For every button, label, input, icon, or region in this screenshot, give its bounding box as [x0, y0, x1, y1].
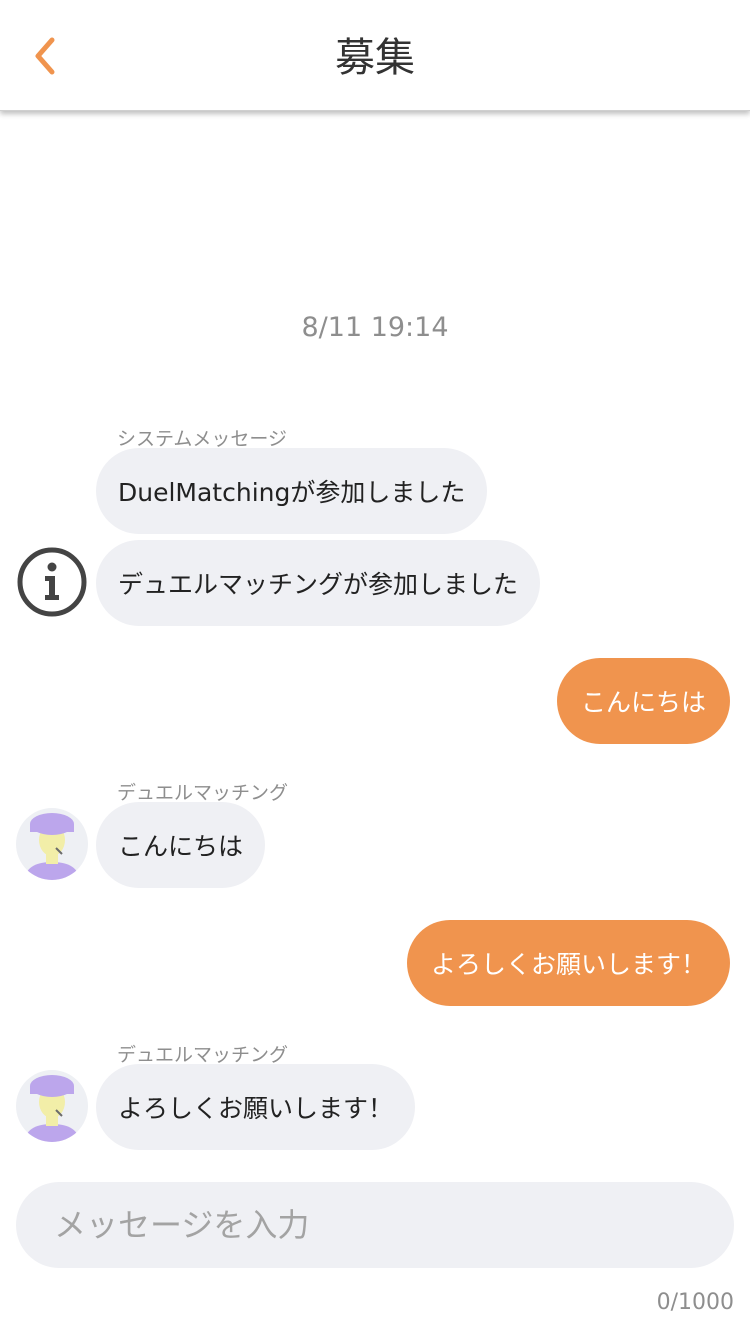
message-bubble-incoming[interactable]: DuelMatchingが参加しました [96, 448, 488, 534]
user-avatar-icon [16, 1070, 88, 1142]
message-bubble-incoming[interactable]: よろしくお願いします！ [96, 1064, 416, 1150]
user-avatar-icon [16, 808, 88, 880]
message-bubble-outgoing[interactable]: こんにちは [556, 658, 730, 744]
sender-name: システムメッセージ [117, 428, 288, 450]
user-avatar[interactable] [16, 1070, 88, 1142]
chat-timestamp: 8/11 19:14 [301, 312, 449, 343]
message-bubble-incoming[interactable]: こんにちは [96, 802, 266, 888]
character-counter: 0/1000 [656, 1290, 734, 1315]
info-icon [17, 547, 87, 617]
page-title: 募集 [335, 35, 415, 81]
user-avatar[interactable] [16, 808, 88, 880]
sender-name: デュエルマッチング [117, 1044, 289, 1066]
sender-name: デュエルマッチング [117, 782, 289, 804]
message-bubble-incoming[interactable]: デュエルマッチングが参加しました [96, 540, 541, 626]
header-bar: 募集 [0, 0, 750, 111]
message-bubble-outgoing[interactable]: よろしくお願いします！ [406, 920, 730, 1006]
message-input[interactable] [16, 1182, 734, 1268]
